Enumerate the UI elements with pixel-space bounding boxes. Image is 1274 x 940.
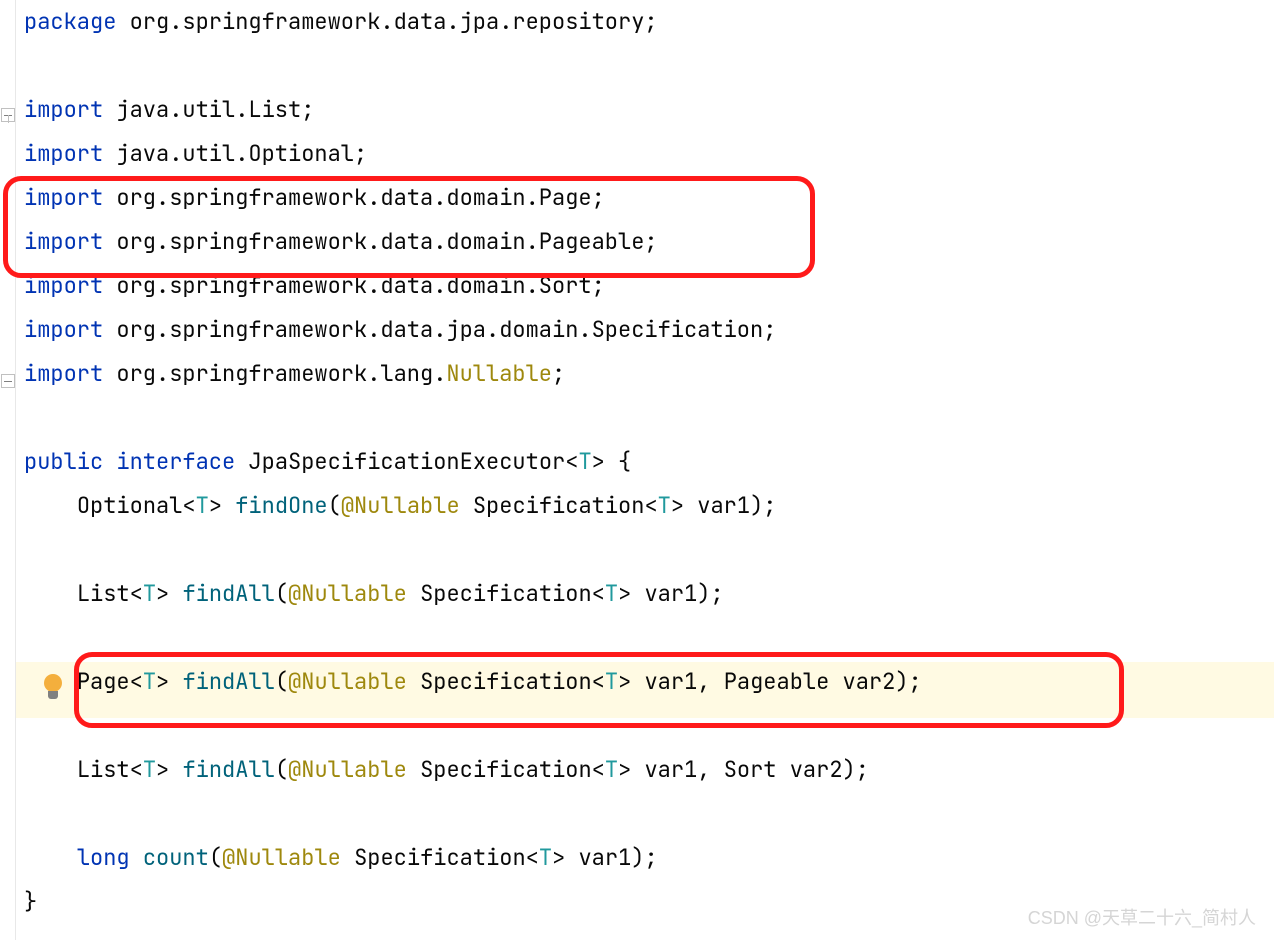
intention-bulb-icon[interactable] [42,674,64,702]
code-line: import org.springframework.data.jpa.doma… [16,308,1274,352]
code-line: import org.springframework.data.domain.P… [16,220,1274,264]
code-line [16,396,1274,440]
editor-gutter [0,0,16,940]
code-line [16,528,1274,572]
code-line: List<T> findAll(@Nullable Specification<… [16,572,1274,616]
code-line: long count(@Nullable Specification<T> va… [16,836,1274,880]
code-line: Page<T> findAll(@Nullable Specification<… [16,660,1274,704]
code-editor[interactable]: package org.springframework.data.jpa.rep… [16,0,1274,924]
code-line: import java.util.List; [16,88,1274,132]
code-line [16,616,1274,660]
code-line: import org.springframework.data.domain.P… [16,176,1274,220]
code-line [16,44,1274,88]
code-line: package org.springframework.data.jpa.rep… [16,0,1274,44]
code-line: List<T> findAll(@Nullable Specification<… [16,748,1274,792]
code-line [16,704,1274,748]
fold-toggle-icon[interactable] [1,374,15,388]
code-line: import org.springframework.lang.Nullable… [16,352,1274,396]
code-line: import java.util.Optional; [16,132,1274,176]
code-line: Optional<T> findOne(@Nullable Specificat… [16,484,1274,528]
fold-toggle-icon[interactable] [1,108,15,122]
code-line: import org.springframework.data.domain.S… [16,264,1274,308]
code-line: public interface JpaSpecificationExecuto… [16,440,1274,484]
watermark-text: CSDN @天草二十六_简村人 [1028,904,1256,930]
code-line [16,792,1274,836]
